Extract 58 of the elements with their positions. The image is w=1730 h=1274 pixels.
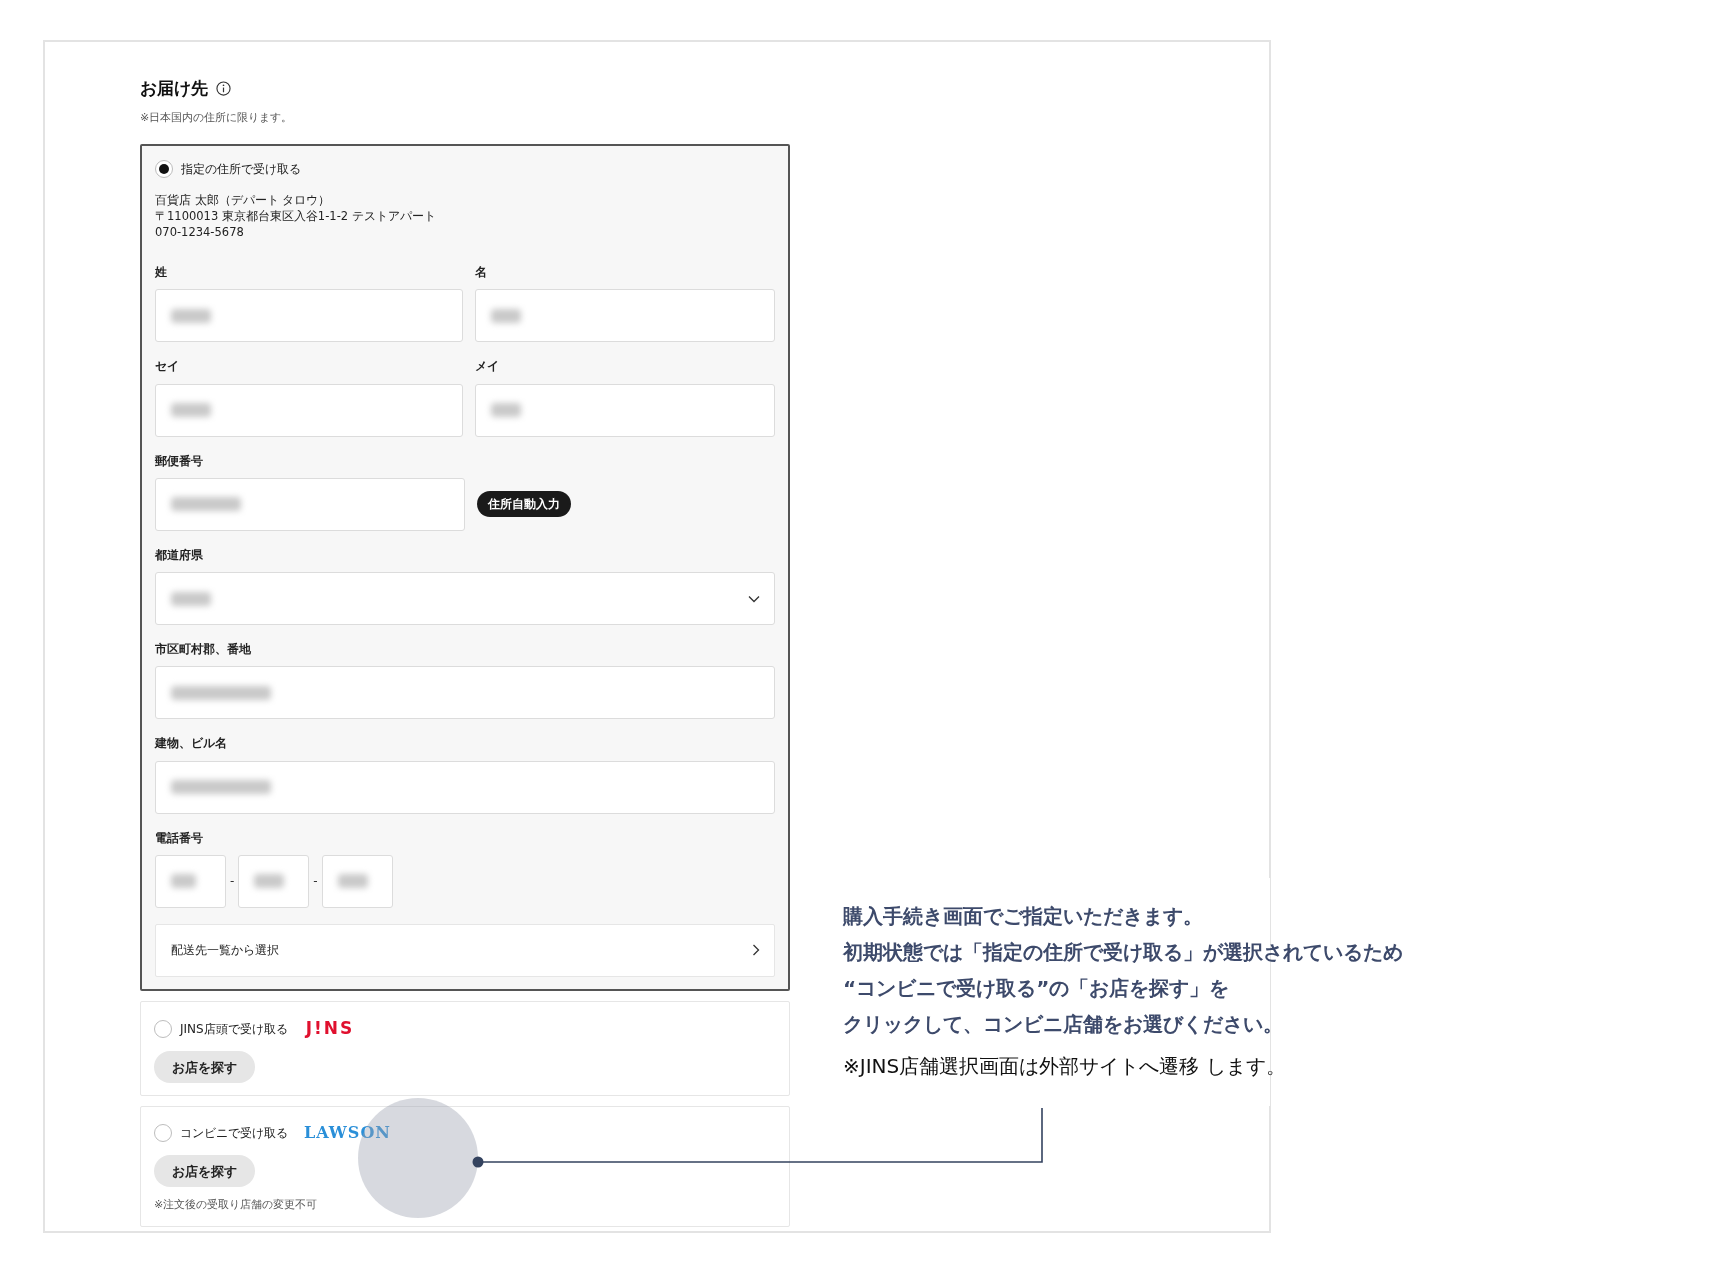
input-field[interactable] [155, 666, 775, 720]
input-field[interactable] [475, 289, 775, 343]
input-field[interactable] [155, 572, 775, 625]
option-label[interactable]: JINS店頭で受け取る [180, 1019, 288, 1038]
auto-fill-button[interactable]: 住所自動入力 [477, 491, 571, 518]
input-field[interactable] [238, 854, 310, 908]
separator-text: - [313, 873, 318, 891]
chevron-down-icon [748, 594, 760, 603]
field-label: メイ [475, 358, 500, 376]
input-field[interactable] [321, 854, 393, 908]
radio-button[interactable] [154, 1124, 172, 1143]
callout-note: ※JINS店舗選択画面は外部サイトへ遷移 します。 [843, 1053, 1287, 1080]
field-label: 姓 [155, 264, 168, 281]
brand-logo: J!NS [305, 1016, 355, 1040]
callout-text: “コンビニで受け取る”の「お店を探す」を [843, 975, 1231, 1002]
option-label[interactable]: 指定の住所で受け取る [181, 160, 301, 178]
callout-text: 初期状態では「指定の住所で受け取る」が選択されているため [843, 939, 1403, 966]
input-field[interactable] [155, 760, 775, 814]
note-text: ※注文後の受取り店舗の変更不可 [154, 1197, 319, 1214]
radio-button[interactable] [155, 160, 173, 178]
field-label: 郵便番号 [155, 452, 204, 470]
brand-logo: LAWSON [304, 1122, 391, 1145]
field-label: 都道府県 [155, 546, 204, 564]
chevron-right-icon [752, 944, 760, 957]
radio-button[interactable] [154, 1019, 172, 1038]
input-field[interactable] [155, 289, 463, 343]
field-label: 市区町村郡、番地 [155, 641, 252, 658]
blurred-value [171, 308, 211, 323]
blurred-value [171, 591, 211, 606]
find-store-button[interactable]: お店を探す [154, 1155, 255, 1188]
callout-text: 購入手続き画面でご指定いただきます。 [843, 903, 1204, 930]
input-field[interactable] [155, 477, 465, 531]
row-label: 配送先一覧から選択 [171, 941, 279, 959]
blurred-value [337, 874, 368, 889]
address-line: 百貨店 太郎（デパート タロウ） [155, 192, 332, 208]
list-select-row[interactable]: 配送先一覧から選択 [155, 923, 775, 977]
blurred-value [254, 874, 285, 889]
blurred-value [491, 403, 521, 417]
blurred-value [171, 497, 241, 512]
find-store-button[interactable]: お店を探す [154, 1051, 255, 1084]
field-label: 名 [475, 264, 488, 281]
field-label: 建物、ビル名 [155, 735, 228, 753]
blurred-value [491, 308, 521, 323]
input-field[interactable] [475, 383, 775, 437]
address-line: 070-1234-5678 [155, 224, 245, 240]
info-icon[interactable] [216, 81, 231, 97]
note-text: ※日本国内の住所に限ります。 [140, 109, 294, 126]
address-line: 〒1100013 東京都台東区入谷1-1-2 テストアパート [155, 208, 437, 224]
input-field[interactable] [155, 854, 226, 908]
field-label: 電話番号 [155, 829, 204, 847]
separator-text: - [230, 873, 235, 891]
blurred-value [171, 874, 196, 889]
option-label[interactable]: コンビニで受け取る [180, 1124, 288, 1143]
blurred-value [171, 403, 211, 417]
field-label: セイ [155, 358, 180, 376]
input-field[interactable] [155, 383, 463, 437]
callout-text: クリックして、コンビニ店舗をお選びください。 [843, 1011, 1284, 1038]
section-title: お届け先 [140, 77, 208, 100]
